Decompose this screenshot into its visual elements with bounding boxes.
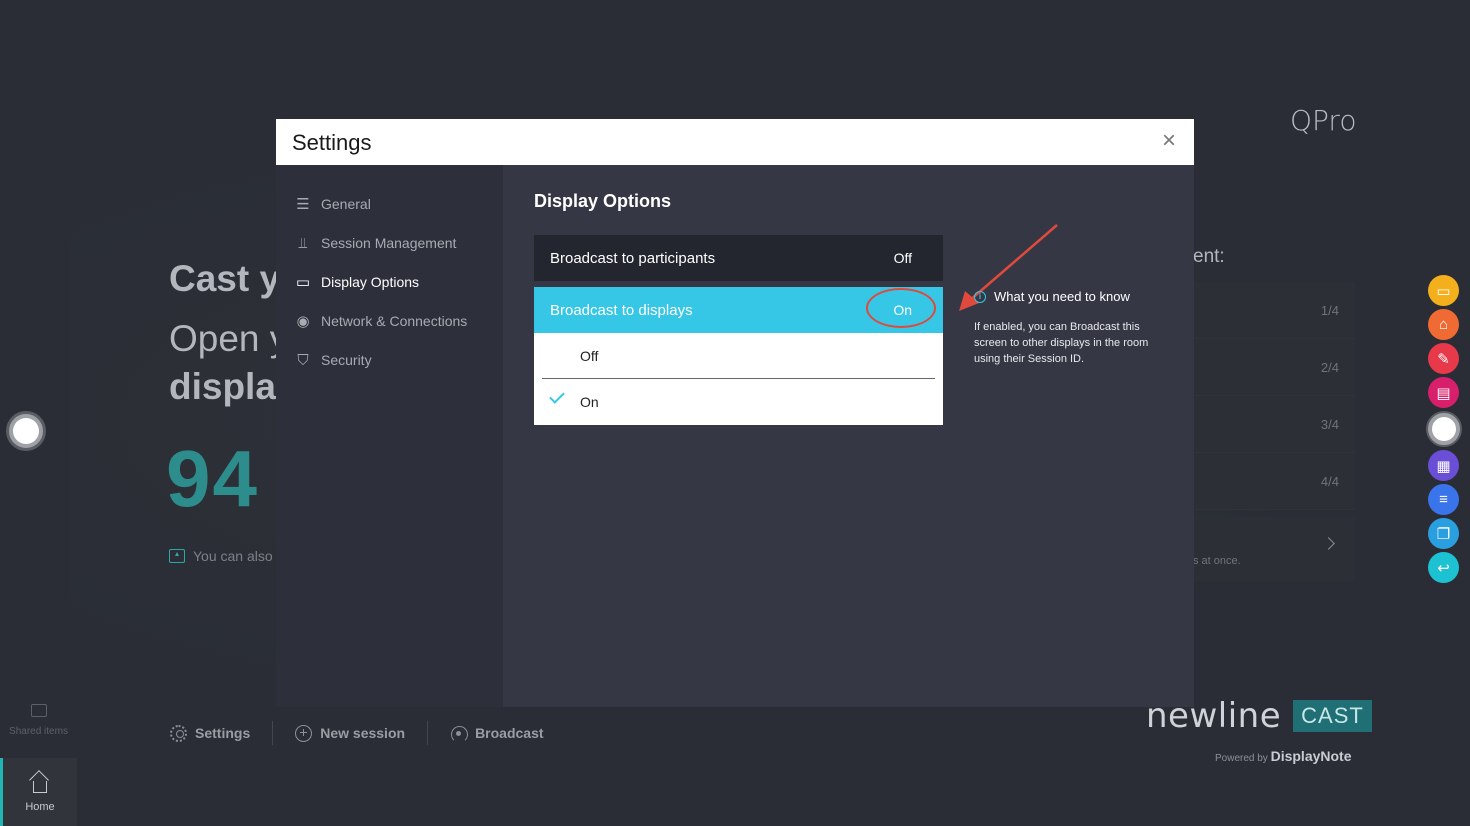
list-item[interactable]: 4/4 xyxy=(1193,453,1355,510)
info-heading: i What you need to know xyxy=(974,289,1174,304)
note-icon[interactable]: ✎ xyxy=(1428,343,1459,374)
page-counter: 2/4 xyxy=(1320,359,1339,375)
floating-menu-toggle[interactable] xyxy=(1425,411,1462,447)
brand-cast: CAST xyxy=(1293,700,1372,732)
home-label: Home xyxy=(25,801,55,813)
sidebar-item-network[interactable]: ◉ Network & Connections xyxy=(294,312,467,330)
gear-icon xyxy=(170,724,187,742)
modal-header: Settings × xyxy=(276,119,1194,165)
sidebar-item-security[interactable]: ⛉ Security xyxy=(294,351,372,369)
powered-by: Powered by DisplayNote xyxy=(1215,748,1352,764)
plus-circle-icon xyxy=(295,724,313,742)
broadcast-signal-icon: ◉ xyxy=(296,313,310,330)
sidebar-item-display-options[interactable]: ▭ Display Options xyxy=(294,273,419,291)
broadcast-icon xyxy=(450,725,469,743)
shield-icon: ⛉ xyxy=(297,351,309,369)
right-panel-list: 1/4 2/4 3/4 4/4 xyxy=(1193,282,1355,510)
settings-label: Settings xyxy=(195,725,251,741)
new-session-button[interactable]: New session xyxy=(273,724,427,742)
sliders-icon[interactable]: ≡ xyxy=(1428,484,1459,515)
info-panel: i What you need to know If enabled, you … xyxy=(974,289,1174,367)
list-item[interactable]: 2/4 xyxy=(1193,339,1355,396)
back-icon[interactable]: ↩ xyxy=(1428,552,1459,583)
powered-by-text: Powered by xyxy=(1215,753,1268,764)
settings-content: Display Options Broadcast to participant… xyxy=(503,165,1194,707)
shared-items-button[interactable]: Shared items xyxy=(0,704,77,737)
sidebar-item-label: Session Management xyxy=(321,235,457,251)
upload-icon xyxy=(169,549,185,563)
option-value: Off xyxy=(893,250,912,266)
dropdown-option-label: Off xyxy=(580,348,599,364)
broadcast-participants-select[interactable]: Broadcast to participants Off xyxy=(534,235,943,281)
dropdown-option-on[interactable]: On xyxy=(534,379,943,425)
close-icon[interactable]: × xyxy=(1162,129,1176,153)
settings-sidebar: ☰ General ⫫ Session Management ▭ Display… xyxy=(276,165,503,707)
list-item[interactable]: 1/4 xyxy=(1193,282,1355,339)
info-icon: i xyxy=(974,290,986,303)
monitor-icon: ▭ xyxy=(295,274,311,291)
home-icon xyxy=(33,781,47,793)
also-hint-text: You can also xyxy=(193,548,273,564)
right-panel-footer[interactable]: s at once. xyxy=(1193,517,1355,581)
dropdown-option-off[interactable]: Off xyxy=(534,333,943,379)
chevron-right-icon xyxy=(1322,537,1335,550)
floating-menu-button[interactable] xyxy=(6,411,46,451)
option-label: Broadcast to participants xyxy=(550,249,716,267)
also-hint: You can also xyxy=(169,548,273,564)
shared-items-label: Shared items xyxy=(9,726,68,737)
sidebar-item-session-management[interactable]: ⫫ Session Management xyxy=(294,234,457,252)
home-icon[interactable]: ⌂ xyxy=(1428,309,1459,340)
folder-icon xyxy=(30,704,47,717)
option-value-wrap: On xyxy=(866,288,937,328)
broadcast-button[interactable]: Broadcast xyxy=(428,725,565,743)
broadcast-displays-select[interactable]: Broadcast to displays On xyxy=(534,287,943,333)
new-session-label: New session xyxy=(320,725,406,741)
option-label: Broadcast to displays xyxy=(550,301,693,319)
modal-title: Settings xyxy=(292,130,372,155)
sidebar-item-label: Display Options xyxy=(321,274,420,290)
sidebar-item-label: Network & Connections xyxy=(321,313,468,329)
tool-rail: ▭ ⌂ ✎ ▤ ▦ ≡ ❐ ↩ xyxy=(1425,275,1462,583)
broadcast-label: Broadcast xyxy=(475,725,544,741)
device-name: QPro xyxy=(1290,104,1357,137)
annotation-ring xyxy=(866,288,937,328)
cast-subheading-line2: displa xyxy=(169,366,276,407)
sidebar-item-label: Security xyxy=(321,352,372,368)
checkmark-icon xyxy=(549,388,565,404)
powered-by-brand: DisplayNote xyxy=(1270,748,1352,764)
toolbox-icon[interactable]: ▦ xyxy=(1428,450,1459,481)
cast-heading: Cast y xyxy=(169,258,281,299)
session-code: 94 xyxy=(166,434,259,523)
sidebar-item-label: General xyxy=(321,196,371,212)
info-body: If enabled, you can Broadcast this scree… xyxy=(974,321,1149,365)
page-counter: 4/4 xyxy=(1320,473,1339,489)
windows-icon[interactable]: ❐ xyxy=(1428,518,1459,549)
dropdown-option-label: On xyxy=(580,394,599,410)
settings-modal: Settings × ☰ General ⫫ Session Managemen… xyxy=(276,119,1194,707)
page-counter: 1/4 xyxy=(1320,302,1339,318)
sliders-icon: ⫫ xyxy=(298,234,308,252)
right-footer-text: s at once. xyxy=(1193,555,1241,567)
sidebar-item-general[interactable]: ☰ General xyxy=(294,195,371,213)
section-title: Display Options xyxy=(534,191,672,211)
page-counter: 3/4 xyxy=(1320,416,1339,432)
list-icon: ☰ xyxy=(296,196,310,213)
cast-subheading-line1: Open y xyxy=(169,318,289,359)
home-button[interactable]: Home xyxy=(0,758,77,826)
info-heading-text: What you need to know xyxy=(994,289,1130,304)
dropdown-menu: Off On xyxy=(534,333,943,425)
list-item[interactable]: 3/4 xyxy=(1193,396,1355,453)
settings-button[interactable]: Settings xyxy=(170,724,272,742)
ops-icon[interactable]: ▭ xyxy=(1428,275,1459,306)
right-panel-label: ent: xyxy=(1193,246,1225,267)
whiteboard-icon[interactable]: ▤ xyxy=(1428,377,1459,408)
bottom-toolbar: Settings New session Broadcast xyxy=(170,720,566,746)
